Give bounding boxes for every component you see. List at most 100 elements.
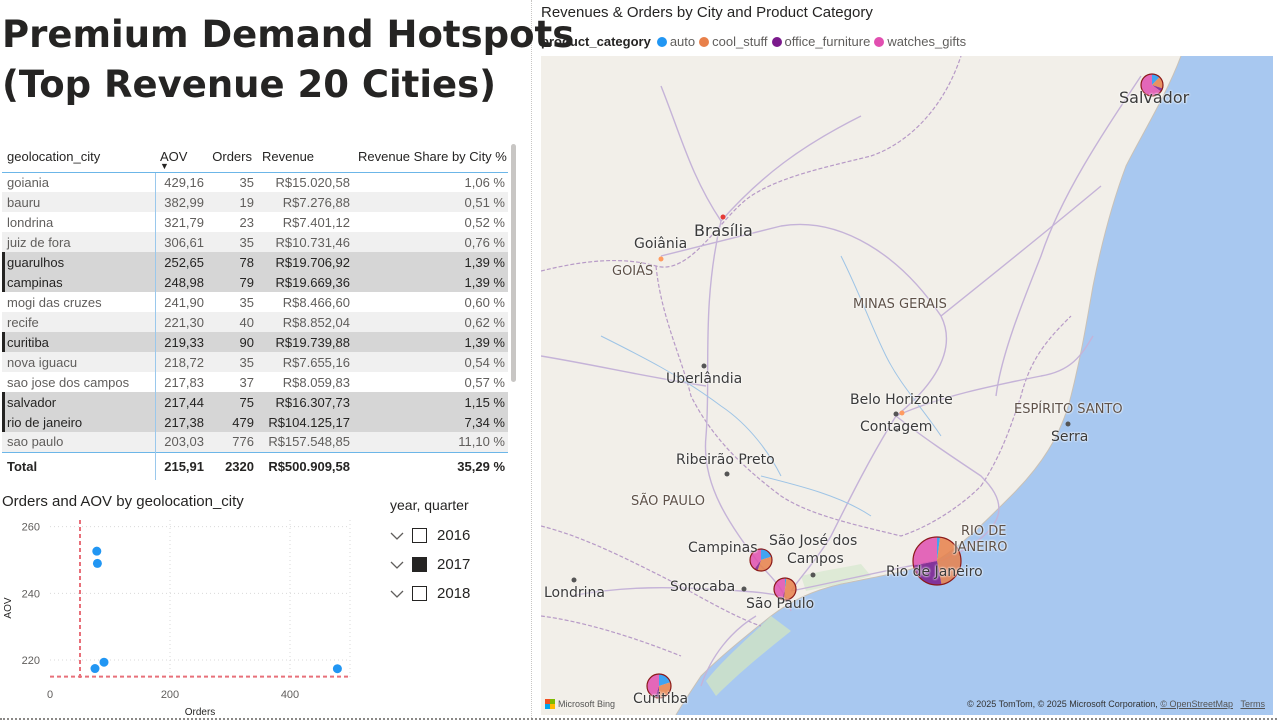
legend-dot-icon <box>656 36 667 47</box>
cell-orders: 40 <box>207 312 257 332</box>
map-title: Revenues & Orders by City and Product Ca… <box>541 4 873 21</box>
table-row[interactable]: campinas 248,98 79 R$19.669,36 1,39 % <box>2 272 508 292</box>
scatter-point[interactable] <box>99 657 109 667</box>
legend-item-auto[interactable]: auto <box>656 34 695 49</box>
chevron-down-icon[interactable] <box>390 558 412 572</box>
table-header-row: geolocation_city AOV ▼ Orders Revenue Rev… <box>2 142 508 173</box>
cell-city: bauru <box>2 192 156 212</box>
table-row[interactable]: sao jose dos campos 217,83 37 R$8.059,83 0,5… <box>2 372 508 392</box>
cell-city: londrina <box>2 212 156 232</box>
legend-dot-icon <box>699 36 710 47</box>
cell-share: 11,10 % <box>353 432 508 452</box>
table-row[interactable]: guarulhos 252,65 78 R$19.706,92 1,39 % <box>2 252 508 272</box>
page-title: Premium Demand Hotspots (Top Revenue 20 … <box>2 10 574 110</box>
checkbox[interactable] <box>412 557 427 572</box>
col-header-aov[interactable]: AOV ▼ <box>155 142 207 173</box>
osm-link[interactable]: © OpenStreetMap <box>1160 699 1233 709</box>
map-label-brasilia: Brasília <box>694 221 753 240</box>
cell-aov: 217,83 <box>164 374 204 390</box>
col-header-revenue[interactable]: Revenue <box>257 142 353 173</box>
cell-aov: 382,99 <box>155 192 207 212</box>
map-label-campinas: Campinas <box>688 540 758 556</box>
legend-item-watches_gifts[interactable]: watches_gifts <box>874 34 966 49</box>
scatter-point[interactable] <box>90 664 100 674</box>
slicer-item-2017[interactable]: 2017 <box>390 550 520 579</box>
chevron-down-icon[interactable] <box>390 587 412 601</box>
scatter-point[interactable] <box>92 546 102 556</box>
x-tick-label: 200 <box>161 689 179 701</box>
table-row[interactable]: recife 221,30 40 R$8.852,04 0,62 % <box>2 312 508 332</box>
cell-revenue: R$7.276,88 <box>257 192 353 212</box>
checkbox[interactable] <box>412 528 427 543</box>
col-header-orders[interactable]: Orders <box>207 142 257 173</box>
table-row[interactable]: nova iguacu 218,72 35 R$7.655,16 0,54 % <box>2 352 508 372</box>
table-scrollbar[interactable] <box>511 144 516 382</box>
cell-share: 1,15 % <box>353 392 508 412</box>
cell-aov: 429,16 <box>164 174 204 190</box>
cell-orders: 35 <box>239 174 254 190</box>
total-orders: 2320 <box>207 451 257 480</box>
col-header-share[interactable]: Revenue Share by City % <box>353 142 508 173</box>
slicer-item-2016[interactable]: 2016 <box>390 521 520 550</box>
cell-city: goiania <box>2 172 156 192</box>
city-table[interactable]: geolocation_city AOV ▼ Orders Revenue Rev… <box>2 142 519 480</box>
microsoft-logo-icon <box>545 699 555 709</box>
cell-aov: 217,44 <box>155 392 207 412</box>
map-label-goias: GOIÁS <box>612 264 654 279</box>
table-row[interactable]: mogi das cruzes 241,90 35 R$8.466,60 0,60 % <box>2 292 508 312</box>
cell-share: 1,39 % <box>353 252 508 272</box>
x-tick-label: 0 <box>47 689 53 701</box>
map-label-londrina: Londrina <box>544 585 605 601</box>
map-label-goiania: Goiânia <box>634 236 688 252</box>
cell-revenue: R$157.548,85 <box>257 432 353 452</box>
cell-share: 1,06 % <box>464 174 505 190</box>
map-label-rio-de-janeiro: Rio de Janeiro <box>886 564 983 580</box>
checkbox[interactable] <box>412 586 427 601</box>
chevron-down-icon[interactable] <box>390 529 412 543</box>
col-header-revenue-label: Revenue <box>262 148 315 164</box>
cell-city: juiz de fora <box>2 232 156 252</box>
table-row[interactable]: rio de janeiro 217,38 479 R$104.125,17 7,34 … <box>2 412 508 432</box>
cell-city: sao jose dos campos <box>2 372 156 392</box>
table-row[interactable]: sao paulo 203,03 776 R$157.548,85 11,10 % <box>2 432 508 452</box>
table-row[interactable]: londrina 321,79 23 R$7.401,12 0,52 % <box>2 212 508 232</box>
cell-orders: 35 <box>207 352 257 372</box>
table-row[interactable]: goiania 429,16 35 R$15.020,58 1,06 % <box>2 172 508 192</box>
cell-orders: 79 <box>207 272 257 292</box>
scatter-point[interactable] <box>92 558 102 568</box>
cell-orders: 19 <box>207 192 257 212</box>
cell-revenue: R$15.020,58 <box>275 174 350 190</box>
legend-dot-icon <box>874 36 885 47</box>
map-label-uberlandia: Uberlândia <box>666 371 743 387</box>
pie-slice <box>913 537 937 566</box>
cell-share: 7,34 % <box>353 412 508 432</box>
slicer-item-2018[interactable]: 2018 <box>390 579 520 608</box>
cell-share: 0,52 % <box>464 214 505 230</box>
cell-aov: 203,03 <box>155 432 207 452</box>
legend-item-office_furniture[interactable]: office_furniture <box>771 34 870 49</box>
slicer-title: year, quarter <box>390 497 469 513</box>
slicer-item-label: 2017 <box>437 556 471 573</box>
cell-revenue: R$8.466,60 <box>282 294 350 310</box>
cell-share: 1,39 % <box>353 332 508 352</box>
bing-map[interactable]: Salvador Brasília Goiânia GOIÁS MINAS GE… <box>541 56 1273 715</box>
cell-city: recife <box>2 312 156 332</box>
legend-item-cool_stuff[interactable]: cool_stuff <box>699 34 768 49</box>
terms-link[interactable]: Terms <box>1241 699 1266 709</box>
cell-aov: 218,72 <box>155 352 207 372</box>
table-row[interactable]: juiz de fora 306,61 35 R$10.731,46 0,76 % <box>2 232 508 252</box>
table-total-row: Total 215,91 2320 R$500.909,58 35,29 % <box>2 451 508 480</box>
cell-orders: 35 <box>239 294 254 310</box>
table-row[interactable]: bauru 382,99 19 R$7.276,88 0,51 % <box>2 192 508 212</box>
orders-aov-scatter-chart[interactable]: 0 200 400 220 240 260 Orders AOV <box>0 512 380 717</box>
map-label-sao-paulo-state: SÃO PAULO <box>631 494 705 509</box>
cell-revenue: R$7.655,16 <box>257 352 353 372</box>
cell-city: salvador <box>2 392 156 412</box>
scatter-point[interactable] <box>332 664 342 674</box>
y-axis-label: AOV <box>3 597 14 618</box>
col-header-city[interactable]: geolocation_city <box>2 142 155 173</box>
table-row[interactable]: curitiba 219,33 90 R$19.739,88 1,39 % <box>2 332 508 352</box>
col-header-share-label: Revenue Share by City % <box>358 148 507 164</box>
table-row[interactable]: salvador 217,44 75 R$16.307,73 1,15 % <box>2 392 508 412</box>
year-quarter-slicer[interactable]: year, quarter 2016 2017 2018 <box>390 497 520 608</box>
